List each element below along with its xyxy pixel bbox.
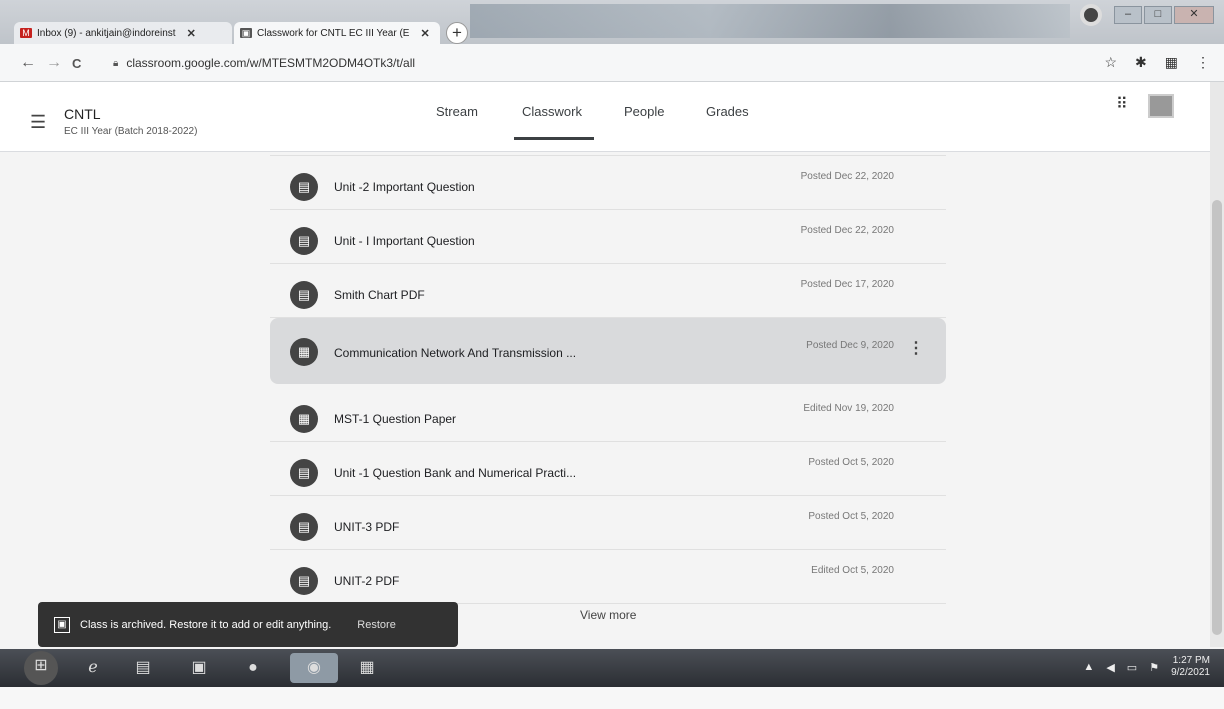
scrollbar[interactable]: [1210, 82, 1224, 647]
item-title: Communication Network And Transmission .…: [334, 346, 577, 360]
tab-inbox[interactable]: M Inbox (9) - ankitjain@indoreinst ✕: [14, 22, 232, 44]
taskbar: ⊞ ℯ ▤ ▣ ● ◉ ▦ ▲ ◀ ▭ ⚑ 1:27 PM 9/2/2021: [0, 649, 1224, 687]
item-date: Posted Oct 5, 2020: [808, 457, 894, 468]
snackbar-message: Class is archived. Restore it to add or …: [80, 618, 332, 631]
close-icon[interactable]: ✕: [420, 27, 429, 40]
window-controls: – □ ✕: [1080, 4, 1214, 26]
item-date: Edited Nov 19, 2020: [803, 403, 894, 414]
classroom-header: ☰ CNTL EC III Year (Batch 2018-2022) Str…: [0, 82, 1210, 152]
more-options-icon[interactable]: ⋮: [908, 338, 924, 358]
maximize-button[interactable]: □: [1144, 6, 1172, 24]
close-window-button[interactable]: ✕: [1174, 6, 1214, 24]
address-bar: ← → C 🔒︎ classroom.google.com/w/MTESMTM2…: [0, 44, 1224, 82]
classroom-icon: ▣: [240, 28, 252, 38]
classwork-list: ▤ Unit -2 Important Question Posted Dec …: [270, 152, 946, 604]
tray-arrow-icon[interactable]: ▲: [1083, 661, 1094, 673]
item-title: Unit - I Important Question: [334, 234, 475, 248]
restore-button[interactable]: Restore: [357, 619, 396, 631]
firefox-icon[interactable]: ●: [238, 653, 268, 683]
forward-icon[interactable]: →: [46, 54, 62, 72]
item-date: Posted Dec 17, 2020: [800, 279, 894, 290]
material-icon: ▤: [290, 513, 318, 541]
course-title[interactable]: CNTL: [64, 106, 101, 122]
network-icon[interactable]: ▭: [1127, 661, 1137, 674]
tab-grades[interactable]: Grades: [706, 104, 749, 119]
item-date: Posted Dec 9, 2020: [806, 340, 894, 351]
scrollbar-thumb[interactable]: [1212, 200, 1222, 635]
list-item[interactable]: ▤ Unit - I Important Question Posted Dec…: [270, 210, 946, 264]
list-item[interactable]: ▦ MST-1 Question Paper Edited Nov 19, 20…: [270, 388, 946, 442]
list-item[interactable]: ▤ Unit -1 Question Bank and Numerical Pr…: [270, 442, 946, 496]
material-icon: ▤: [290, 227, 318, 255]
course-subtitle: EC III Year (Batch 2018-2022): [64, 126, 198, 137]
minimize-button[interactable]: –: [1114, 6, 1142, 24]
hamburger-menu-icon[interactable]: ☰: [30, 112, 46, 133]
item-title: MST-1 Question Paper: [334, 412, 457, 426]
profile-avatar-icon[interactable]: ▦: [1165, 54, 1178, 71]
new-tab-button[interactable]: +: [446, 22, 468, 44]
list-item[interactable]: ▤ UNIT-3 PDF Posted Oct 5, 2020: [270, 496, 946, 550]
assignment-icon: ▦: [290, 405, 318, 433]
url-text: classroom.google.com/w/MTESMTM2ODM4OTk3/…: [126, 56, 416, 70]
list-item[interactable]: ▤ UNIT-2 PDF Edited Oct 5, 2020: [270, 550, 946, 604]
start-button-icon[interactable]: ⊞: [24, 651, 58, 685]
list-item[interactable]: ▤ Smith Chart PDF Posted Dec 17, 2020: [270, 264, 946, 318]
material-icon: ▤: [290, 173, 318, 201]
browser-tabbar: M Inbox (9) - ankitjain@indoreinst ✕ ▣ C…: [0, 0, 1224, 44]
item-date: Posted Dec 22, 2020: [800, 225, 894, 236]
clock-date: 9/2/2021: [1171, 667, 1210, 678]
window-background: [470, 4, 1070, 38]
assignment-icon: ▦: [290, 338, 318, 366]
archived-snackbar: ▣ Class is archived. Restore it to add o…: [38, 602, 458, 647]
material-icon: ▤: [290, 281, 318, 309]
media-player-icon[interactable]: ▣: [184, 653, 214, 683]
flag-icon[interactable]: ⚑: [1149, 661, 1159, 674]
volume-icon[interactable]: ◀: [1106, 661, 1114, 674]
clock-time: 1:27 PM: [1172, 655, 1210, 666]
material-icon: ▤: [290, 567, 318, 595]
archive-info-icon: ▣: [54, 616, 70, 633]
apps-grid-icon[interactable]: ⠿: [1116, 94, 1128, 114]
gmail-icon: M: [20, 28, 32, 38]
ie-icon[interactable]: ℯ: [78, 653, 108, 683]
tab-classwork[interactable]: Classwork: [514, 104, 594, 140]
lock-icon: 🔒︎: [113, 57, 119, 69]
item-date: Posted Oct 5, 2020: [808, 511, 894, 522]
system-tray: ▲ ◀ ▭ ⚑ 1:27 PM 9/2/2021: [1083, 655, 1210, 679]
back-icon[interactable]: ←: [20, 54, 36, 72]
view-more-link[interactable]: View more: [580, 608, 636, 622]
reload-icon[interactable]: C: [72, 56, 81, 71]
item-title: UNIT-2 PDF: [334, 574, 400, 588]
profile-icon[interactable]: [1080, 4, 1102, 26]
file-explorer-icon[interactable]: ▤: [128, 653, 158, 683]
clock[interactable]: 1:27 PM 9/2/2021: [1171, 655, 1210, 679]
list-item[interactable]: ▦ Communication Network And Transmission…: [270, 318, 946, 384]
tab-people[interactable]: People: [624, 104, 664, 119]
url-field[interactable]: 🔒︎ classroom.google.com/w/MTESMTM2ODM4OT…: [113, 56, 415, 70]
paper-margin: [0, 687, 1224, 709]
material-icon: ▤: [290, 459, 318, 487]
tab-inbox-label: Inbox (9) - ankitjain@indoreinst: [37, 27, 176, 39]
app-icon[interactable]: ▦: [352, 653, 382, 683]
star-icon[interactable]: ☆: [1104, 54, 1117, 71]
tab-classwork-label: Classwork for CNTL EC III Year (E: [257, 27, 410, 39]
tab-classwork[interactable]: ▣ Classwork for CNTL EC III Year (E ✕: [234, 22, 440, 44]
chrome-icon[interactable]: ◉: [290, 653, 338, 683]
item-title: Unit -2 Important Question: [334, 180, 475, 194]
avatar[interactable]: [1148, 94, 1174, 118]
browser-toolbar-icons: ☆ ✱ ▦ ⋮: [1104, 54, 1210, 71]
menu-icon[interactable]: ⋮: [1196, 54, 1210, 71]
extensions-icon[interactable]: ✱: [1135, 54, 1147, 71]
item-date: Edited Oct 5, 2020: [811, 565, 894, 576]
item-title: UNIT-3 PDF: [334, 520, 400, 534]
item-title: Unit -1 Question Bank and Numerical Prac…: [334, 466, 577, 480]
close-icon[interactable]: ✕: [187, 27, 196, 40]
item-date: Posted Dec 22, 2020: [800, 171, 894, 182]
list-item[interactable]: ▤ Unit -2 Important Question Posted Dec …: [270, 156, 946, 210]
item-title: Smith Chart PDF: [334, 288, 425, 302]
tab-stream[interactable]: Stream: [436, 104, 478, 119]
